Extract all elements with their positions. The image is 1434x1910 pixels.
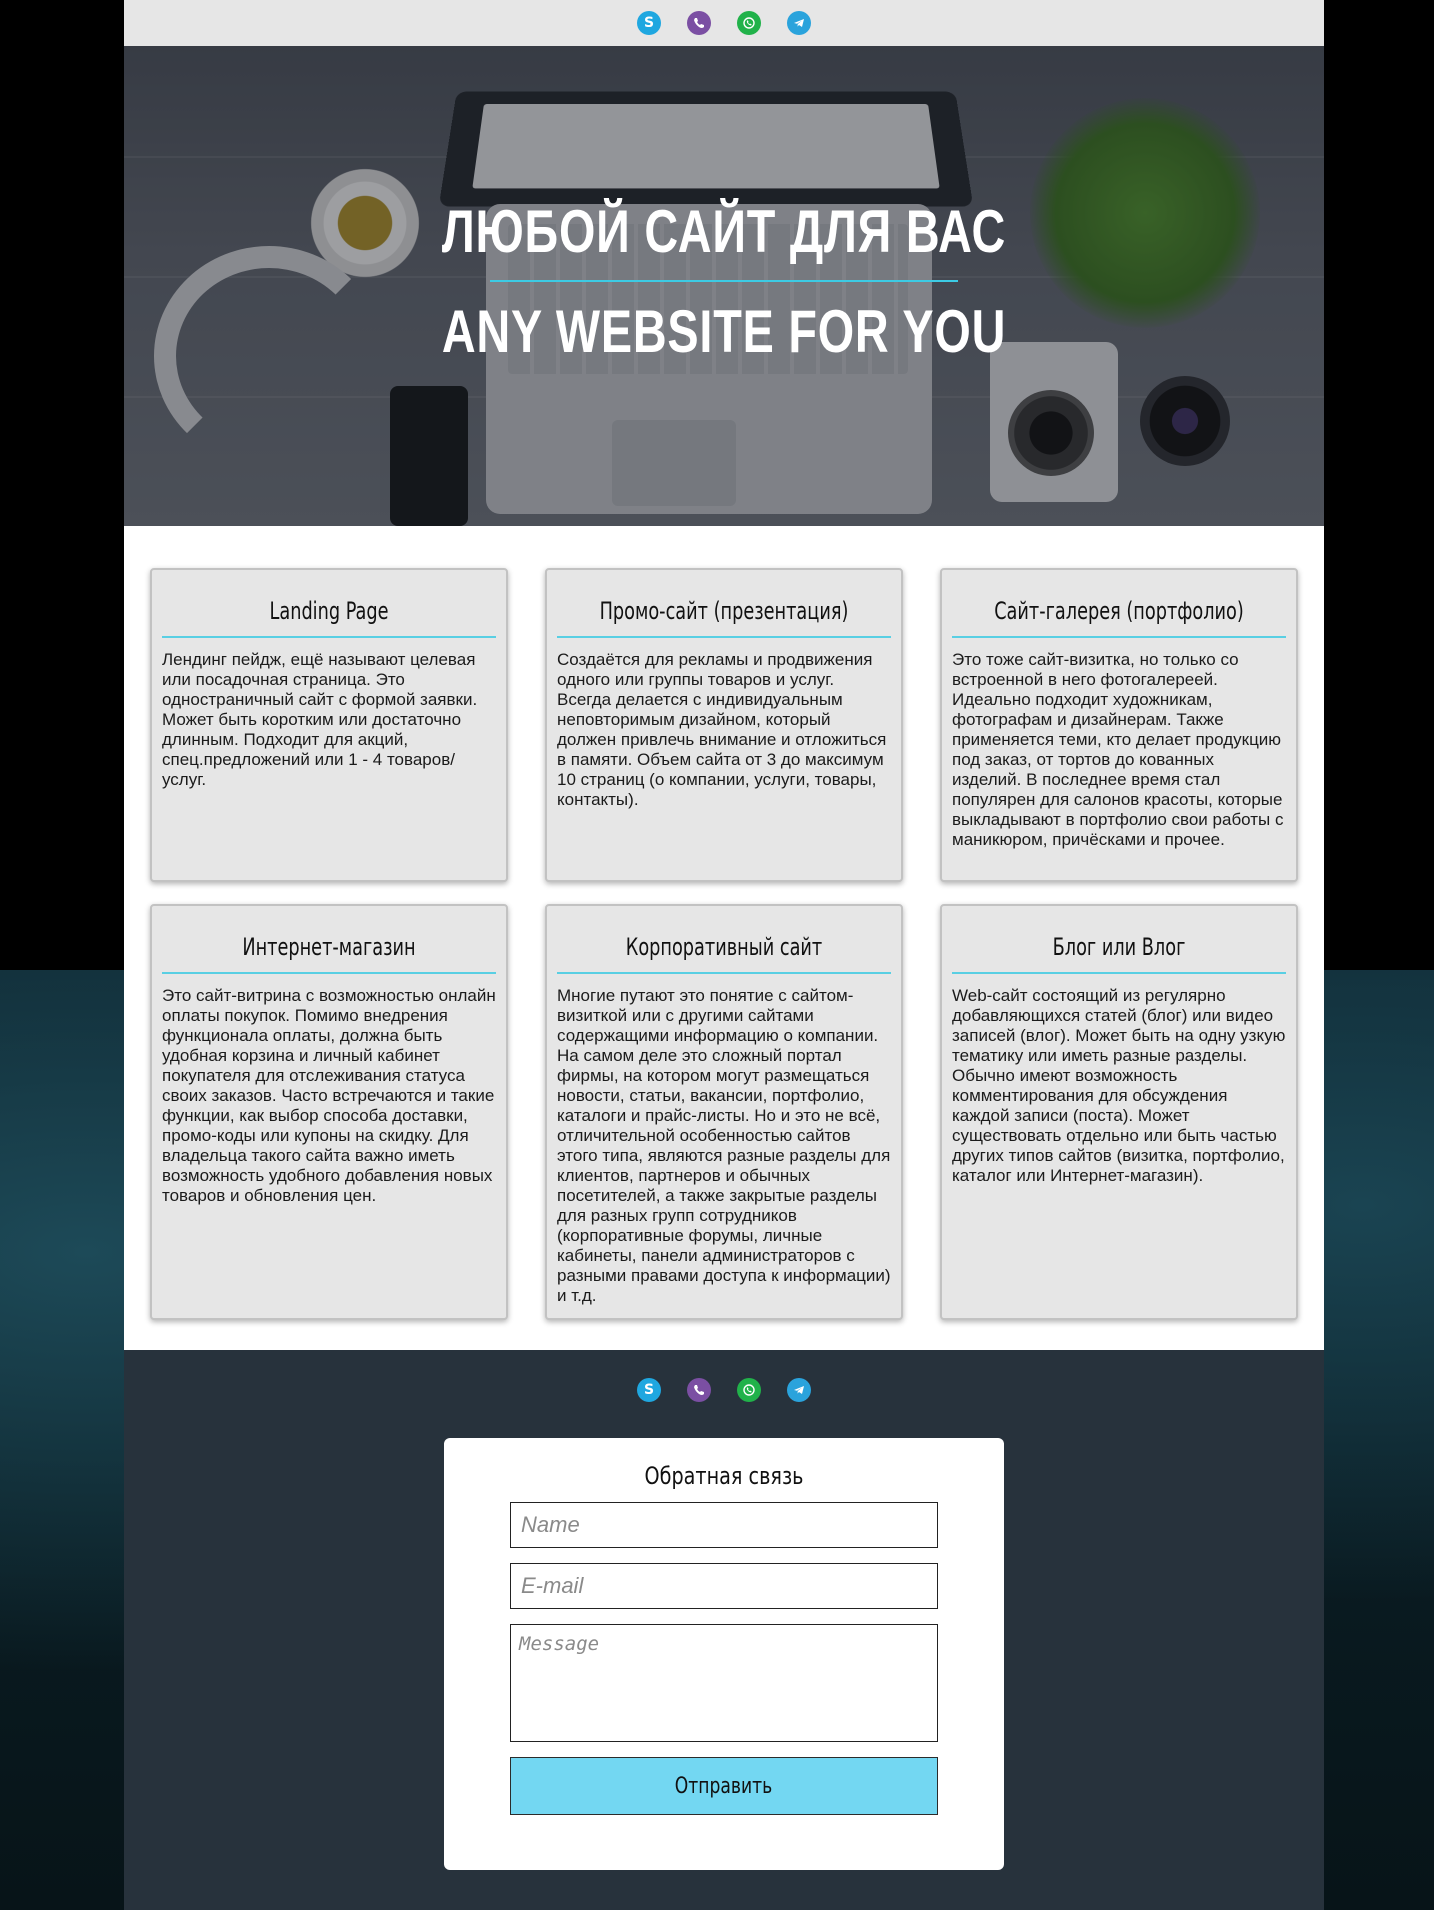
feedback-form: Обратная связь Отправить	[444, 1438, 1004, 1870]
hero-title-en: ANY WEBSITE FOR YOU	[441, 298, 1007, 365]
email-input[interactable]	[510, 1563, 938, 1609]
footer: S Обратная связь Отправить	[124, 1350, 1324, 1910]
service-card-gallery: Сайт-галерея (портфолио) Это тоже сайт-в…	[940, 568, 1298, 882]
telegram-icon[interactable]	[787, 11, 811, 35]
service-card-landing: Landing Page Лендинг пейдж, ещё называют…	[150, 568, 508, 882]
submit-button[interactable]: Отправить	[510, 1757, 938, 1815]
card-divider	[162, 636, 496, 638]
card-text: Это тоже сайт-визитка, но только со встр…	[952, 650, 1284, 849]
hero-heading: ЛЮБОЙ САЙТ ДЛЯ ВАС ANY WEBSITE FOR YOU	[124, 196, 1324, 368]
card-divider	[557, 972, 891, 974]
card-divider	[162, 972, 496, 974]
card-text: Создаётся для рекламы и продвижения одно…	[557, 650, 887, 809]
top-contact-bar: S	[124, 0, 1324, 46]
card-divider	[952, 972, 1286, 974]
page: S ЛЮБОЙ САЙТ ДЛЯ ВАС ANY WEBSITE FOR YOU	[124, 0, 1324, 1910]
whatsapp-icon[interactable]	[737, 11, 761, 35]
card-text: Web-сайт состоящий из регулярно добавляю…	[952, 986, 1286, 1185]
card-title: Промо-сайт (презентация)	[599, 597, 849, 625]
footer-contact-icons: S	[124, 1378, 1324, 1402]
telegram-icon[interactable]	[787, 1378, 811, 1402]
hero-banner: ЛЮБОЙ САЙТ ДЛЯ ВАС ANY WEBSITE FOR YOU	[124, 46, 1324, 526]
submit-button-label: Отправить	[675, 1773, 773, 1799]
card-title: Корпоративный сайт	[625, 933, 823, 961]
viber-icon[interactable]	[687, 11, 711, 35]
card-text: Лендинг пейдж, ещё называют целевая или …	[162, 650, 478, 789]
skype-icon[interactable]: S	[637, 1378, 661, 1402]
hero-divider	[490, 280, 958, 282]
card-text: Это сайт-витрина с возможностью онлайн о…	[162, 986, 496, 1205]
skype-icon[interactable]: S	[637, 11, 661, 35]
card-title: Сайт-галерея (портфолио)	[994, 597, 1244, 625]
whatsapp-icon[interactable]	[737, 1378, 761, 1402]
message-input[interactable]	[510, 1624, 938, 1742]
service-card-corporate: Корпоративный сайт Многие путают это пон…	[545, 904, 903, 1320]
service-card-blog: Блог или Влог Web-сайт состоящий из регу…	[940, 904, 1298, 1320]
name-input[interactable]	[510, 1502, 938, 1548]
viber-icon[interactable]	[687, 1378, 711, 1402]
hero-title-ru: ЛЮБОЙ САЙТ ДЛЯ ВАС	[441, 198, 1007, 265]
card-title: Интернет-магазин	[242, 933, 416, 961]
card-title: Блог или Влог	[1052, 933, 1186, 961]
service-card-shop: Интернет-магазин Это сайт-витрина с возм…	[150, 904, 508, 1320]
card-divider	[952, 636, 1286, 638]
card-title: Landing Page	[269, 597, 389, 625]
service-card-promo: Промо-сайт (презентация) Создаётся для р…	[545, 568, 903, 882]
card-divider	[557, 636, 891, 638]
card-text: Многие путают это понятие с сайтом-визит…	[557, 986, 891, 1305]
services-grid: Landing Page Лендинг пейдж, ещё называют…	[124, 526, 1324, 1350]
form-title: Обратная связь	[644, 1462, 804, 1490]
